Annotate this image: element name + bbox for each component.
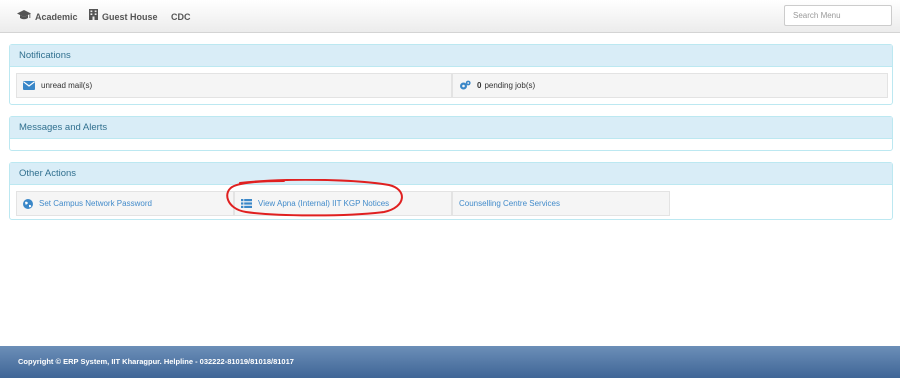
messages-alerts-heading: Messages and Alerts [10,117,892,139]
top-navbar: Academic Guest House CDC [0,0,900,33]
erp-dashboard: Academic Guest House CDC Notifications [0,0,900,391]
footer: Copyright © ERP System, IIT Kharagpur. H… [0,346,900,378]
unread-mail-item[interactable]: unread mail(s) [16,73,452,98]
gears-icon [459,80,471,91]
pending-jobs-item[interactable]: 0 pending job(s) [452,73,888,98]
notifications-panel: Notifications unread mail(s) 0 pending j… [9,44,893,105]
nav-guest-house-label: Guest House [102,12,158,22]
list-icon [241,199,252,208]
globe-icon [23,198,33,209]
nav-academic[interactable]: Academic [17,9,78,25]
view-apna-notices-label: View Apna (Internal) IIT KGP Notices [258,199,390,208]
other-actions-panel: Other Actions Set Campus Network Passwor… [9,162,893,220]
pending-jobs-text: pending job(s) [484,81,536,90]
messages-alerts-panel: Messages and Alerts [9,116,893,151]
campus-network-password-label: Set Campus Network Password [39,199,152,208]
envelope-icon [23,81,35,90]
pending-jobs-count: 0 [477,81,482,90]
view-apna-notices-link[interactable]: View Apna (Internal) IIT KGP Notices [234,191,452,216]
footer-copyright: Copyright © ERP System, IIT Kharagpur. H… [18,357,294,366]
nav-cdc-label: CDC [171,12,191,22]
unread-mail-text: unread mail(s) [41,81,93,90]
nav-academic-label: Academic [35,12,78,22]
campus-network-password-link[interactable]: Set Campus Network Password [16,191,234,216]
other-actions-heading: Other Actions [10,163,892,185]
search-menu-input[interactable] [784,5,892,26]
building-icon [89,9,98,25]
graduation-cap-icon [17,9,31,25]
nav-guest-house[interactable]: Guest House [89,9,158,25]
counselling-centre-link[interactable]: Counselling Centre Services [452,191,670,216]
nav-cdc[interactable]: CDC [171,9,191,25]
counselling-centre-label: Counselling Centre Services [459,199,560,208]
notifications-heading: Notifications [10,45,892,67]
